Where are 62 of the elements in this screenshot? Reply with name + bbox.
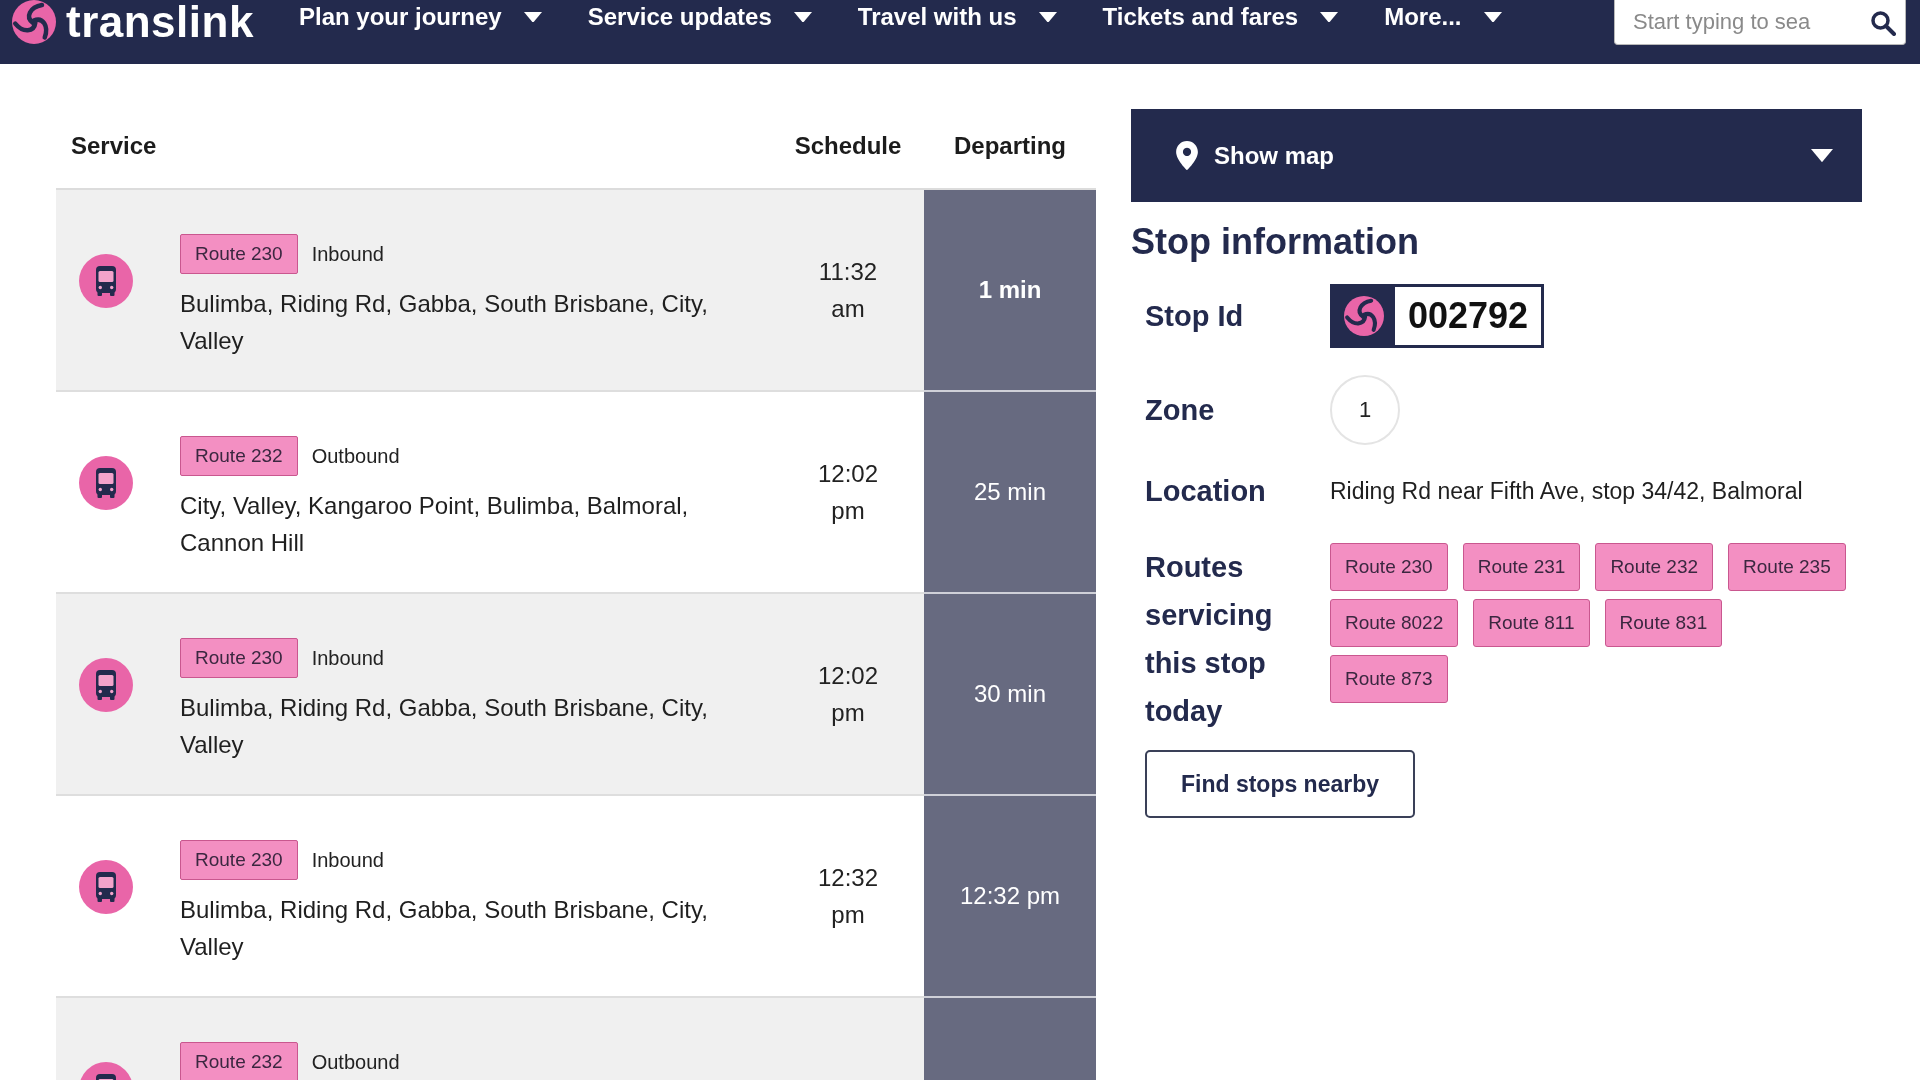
route-badge[interactable]: Route 8022	[1330, 599, 1459, 647]
route-badge: Route 230	[180, 234, 298, 274]
stops-text: City, Valley, Kangaroo Point, Bulimba, Balmoral, Cannon Hill	[180, 491, 690, 558]
direction-label: Inbound	[311, 848, 384, 872]
field-label: Routes servicing this stop today	[1145, 550, 1274, 729]
schedule-time: 11:32 am	[818, 257, 878, 324]
nav-menu-button[interactable]: Travel with us	[857, 2, 1057, 32]
location-text: Riding Rd near Fifth Ave, stop 34/42, Balmoral	[1330, 477, 1804, 505]
caret-icon	[523, 11, 542, 23]
route-badge[interactable]: Route 235	[1728, 543, 1846, 591]
departing-cell: 1 min	[924, 190, 1096, 392]
departing-cell: 30 min	[924, 594, 1096, 796]
search-field[interactable]: Start typing to sea	[1614, 0, 1906, 45]
field-label: Location	[1145, 474, 1267, 509]
search-icon[interactable]	[1870, 10, 1896, 36]
nav-menu-button[interactable]: Service updates	[587, 2, 812, 32]
caret-icon	[1320, 11, 1339, 23]
zone-number: 1	[1330, 375, 1400, 445]
route-badge[interactable]: Route 232	[1595, 543, 1714, 591]
stops-text: Bulimba, Riding Rd, Gabba, South Brisbane, City, Valley	[180, 895, 709, 962]
direction-label: Inbound	[311, 646, 384, 670]
bus-icon	[79, 456, 133, 510]
brand-name[interactable]: translink	[66, 0, 254, 44]
caret-icon	[1483, 11, 1502, 23]
departing-cell: 12:32 pm	[924, 796, 1096, 998]
route-badge: Route 230	[180, 638, 298, 678]
column-header: Service	[70, 132, 157, 160]
section-heading: Stop information	[1131, 220, 1420, 264]
schedule-time: 12:02 pm	[817, 661, 879, 728]
show-map-bar[interactable]: Show map	[1131, 109, 1862, 202]
field-label: Zone	[1145, 393, 1216, 428]
route-badge: Route 230	[180, 840, 298, 880]
route-badge: Route 232	[180, 436, 298, 476]
column-header: Departing	[954, 132, 1066, 160]
bus-icon	[79, 658, 133, 712]
schedule-time: 12:02 pm	[817, 459, 879, 526]
nav-menu-button[interactable]: Tickets and fares	[1102, 2, 1339, 32]
map-pin-icon	[1176, 141, 1198, 170]
direction-label: Outbound	[311, 1050, 400, 1074]
route-badge[interactable]: Route 811	[1473, 599, 1590, 647]
route-badge: Route 232	[180, 1042, 298, 1080]
departing-cell: 25 min	[924, 392, 1096, 594]
field-label: Stop Id	[1145, 299, 1245, 334]
nav-menu-button[interactable]: Plan your journey	[299, 2, 542, 32]
bus-icon	[79, 254, 133, 308]
nav-menu-button[interactable]: More...	[1384, 2, 1502, 32]
bus-icon	[79, 860, 133, 914]
schedule-time: 12:32 pm	[817, 863, 879, 930]
route-badge[interactable]: Route 230	[1330, 543, 1448, 591]
find-stops-button[interactable]: Find stops nearby	[1145, 750, 1415, 818]
stop-id-value: 002792	[1406, 294, 1530, 338]
direction-label: Inbound	[311, 242, 384, 266]
stops-text: Bulimba, Riding Rd, Gabba, South Brisbane, City, Valley	[180, 693, 709, 760]
column-header: Schedule	[794, 132, 902, 160]
route-badge[interactable]: Route 831	[1604, 599, 1723, 647]
direction-label: Outbound	[311, 444, 400, 468]
caret-icon	[1038, 11, 1057, 23]
route-badge[interactable]: Route 873	[1330, 655, 1448, 703]
caret-icon	[793, 11, 812, 23]
swirl-logo-icon	[1333, 287, 1395, 345]
stops-text: Bulimba, Riding Rd, Gabba, South Brisbane, City, Valley	[180, 289, 709, 356]
route-badge[interactable]: Route 231	[1462, 543, 1581, 591]
